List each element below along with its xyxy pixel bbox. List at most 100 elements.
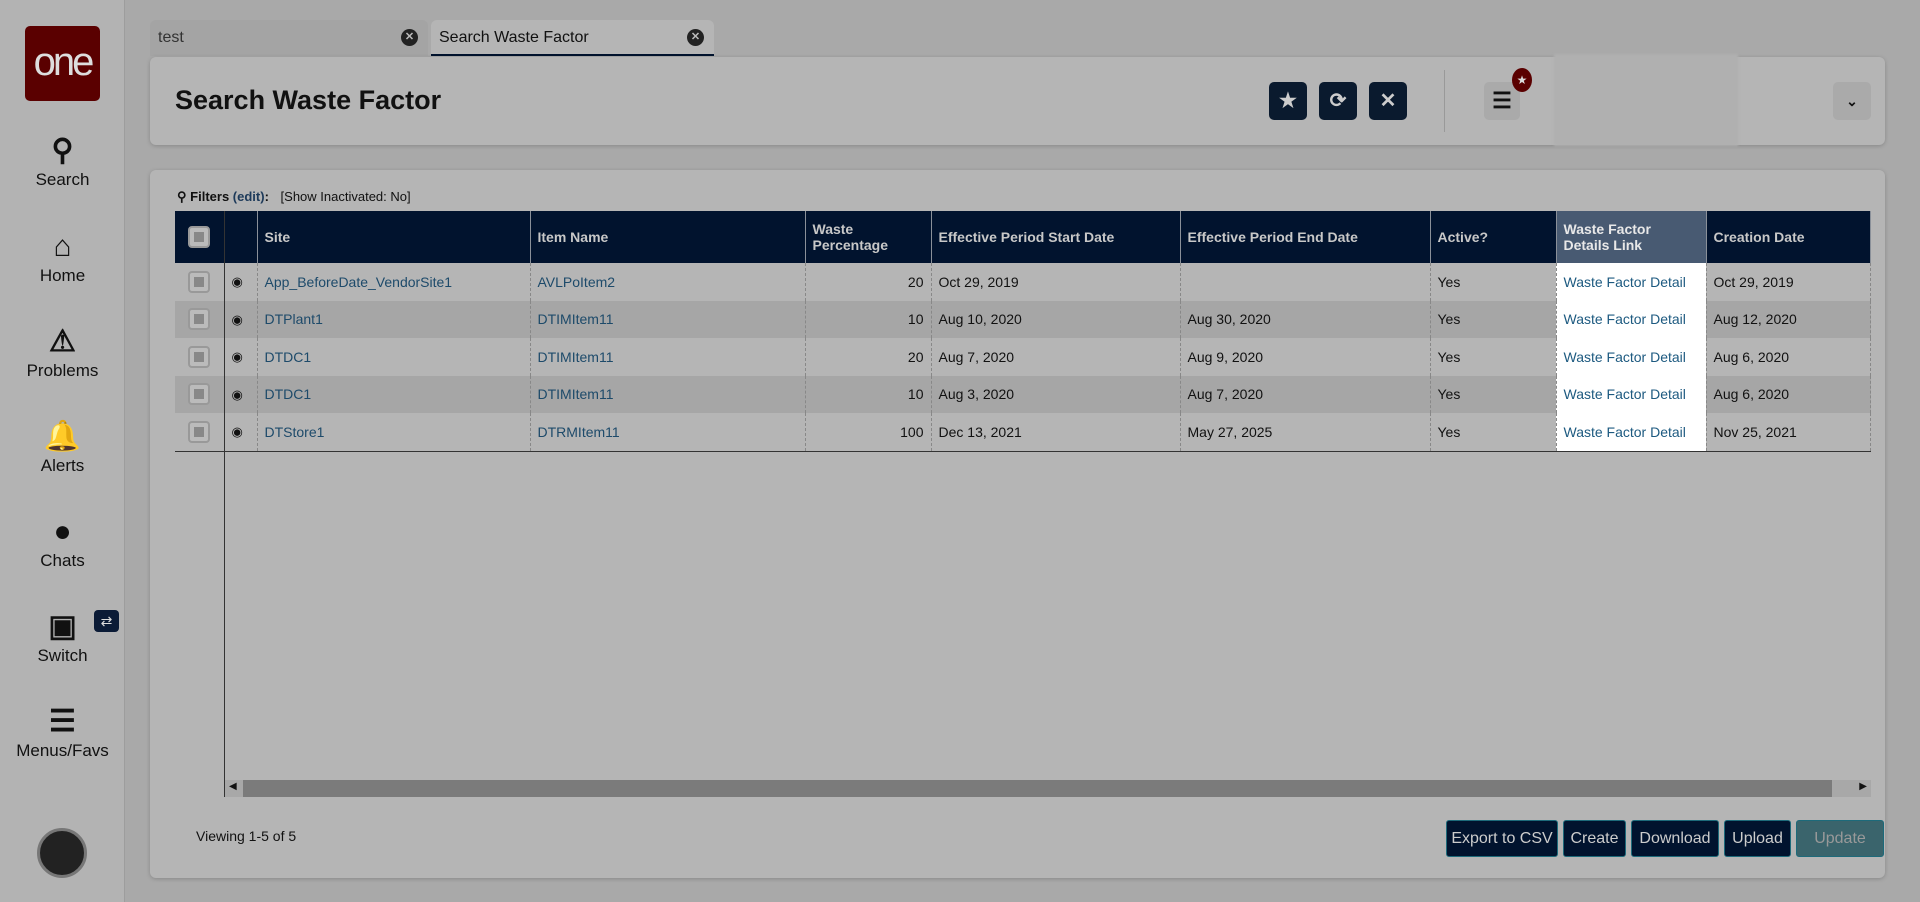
sidebar-item-home[interactable]: ⌂ Home: [0, 228, 125, 286]
location-icon[interactable]: ◉: [232, 424, 243, 439]
user-profile-blurred[interactable]: [1554, 54, 1738, 146]
cell-details-link[interactable]: Waste Factor Detail: [1556, 413, 1707, 451]
cell-item-name[interactable]: DTIMItem11: [530, 338, 806, 376]
row-checkbox[interactable]: [188, 420, 211, 443]
sidebar-item-menus-favs[interactable]: ☰ Menus/Favs: [0, 703, 125, 761]
cell-site[interactable]: DTDC1: [257, 338, 531, 376]
tab-label: test: [158, 29, 184, 46]
sidebar-item-chats[interactable]: ● Chats: [0, 513, 125, 571]
scroll-right-icon[interactable]: ▶: [1859, 781, 1867, 792]
download-button[interactable]: Download: [1631, 820, 1719, 857]
cell-start-date: Aug 10, 2020: [931, 300, 1181, 338]
upload-button[interactable]: Upload: [1724, 820, 1791, 857]
row-site-icon-cell[interactable]: ◉: [224, 263, 258, 301]
tab-label: Search Waste Factor: [439, 29, 589, 46]
user-avatar[interactable]: [37, 828, 87, 878]
row-site-icon-cell[interactable]: ◉: [224, 413, 258, 451]
logo[interactable]: one: [25, 26, 100, 101]
row-select[interactable]: [175, 413, 225, 451]
cell-item-name[interactable]: DTIMItem11: [530, 300, 806, 338]
row-site-icon-cell[interactable]: ◉: [224, 338, 258, 376]
export-csv-button[interactable]: Export to CSV: [1446, 820, 1558, 857]
row-checkbox[interactable]: [188, 345, 211, 368]
location-icon[interactable]: ◉: [232, 387, 243, 402]
tab-search-waste-factor[interactable]: Search Waste Factor ✕: [431, 20, 714, 56]
cell-details-link[interactable]: Waste Factor Detail: [1556, 375, 1707, 413]
column-header-details-link[interactable]: Waste Factor Details Link: [1556, 211, 1707, 263]
table-row[interactable]: ◉ DTStore1 DTRMItem11 100 Dec 13, 2021 May 27…: [175, 413, 1871, 451]
create-button[interactable]: Create: [1563, 820, 1626, 857]
scroll-left-icon[interactable]: ◀: [229, 781, 237, 792]
column-header-end-date[interactable]: Effective Period End Date: [1180, 211, 1431, 263]
sidebar-item-search[interactable]: ⚲ Search: [0, 132, 125, 190]
filters-colon: :: [264, 189, 269, 204]
column-header-waste-percentage[interactable]: Waste Percentage: [805, 211, 932, 263]
row-site-icon-cell[interactable]: ◉: [224, 375, 258, 413]
star-icon: ★: [1279, 90, 1297, 112]
row-checkbox[interactable]: [188, 383, 211, 406]
row-checkbox[interactable]: [188, 308, 211, 331]
row-checkbox[interactable]: [188, 270, 211, 293]
cell-details-link[interactable]: Waste Factor Detail: [1556, 338, 1707, 376]
column-header-start-date[interactable]: Effective Period Start Date: [931, 211, 1181, 263]
table-row[interactable]: ◉ DTPlant1 DTIMItem11 10 Aug 10, 2020 Aug 30,…: [175, 300, 1871, 338]
cell-site[interactable]: DTDC1: [257, 375, 531, 413]
cell-site[interactable]: DTStore1: [257, 413, 531, 451]
close-tab-icon[interactable]: ✕: [687, 29, 704, 46]
cell-details-link[interactable]: Waste Factor Detail: [1556, 263, 1707, 301]
location-icon[interactable]: ◉: [232, 312, 243, 327]
select-all-header[interactable]: [175, 211, 225, 263]
refresh-button[interactable]: ⟳: [1319, 82, 1357, 120]
sidebar-item-problems[interactable]: ⚠ Problems: [0, 323, 125, 381]
tab-test[interactable]: test ✕: [150, 20, 428, 56]
cell-details-link[interactable]: Waste Factor Detail: [1556, 300, 1707, 338]
cell-creation-date: Aug 6, 2020: [1706, 375, 1871, 413]
location-icon[interactable]: ◉: [232, 349, 243, 364]
cell-item-name[interactable]: AVLPoItem2: [530, 263, 806, 301]
horizontal-scrollbar[interactable]: ◀ ▶: [225, 780, 1871, 797]
viewing-count: Viewing 1-5 of 5: [196, 828, 297, 844]
close-tab-icon[interactable]: ✕: [401, 29, 418, 46]
cell-site[interactable]: DTPlant1: [257, 300, 531, 338]
column-header-active[interactable]: Active?: [1430, 211, 1557, 263]
table-row[interactable]: ◉ App_BeforeDate_VendorSite1 AVLPoItem2 20 O…: [175, 263, 1871, 301]
cell-active: Yes: [1430, 300, 1557, 338]
row-site-icon-cell[interactable]: ◉: [224, 300, 258, 338]
filters-bar: ⚲ Filters (edit): [Show Inactivated: No]: [177, 189, 411, 205]
update-button[interactable]: Update: [1796, 820, 1884, 857]
cell-site[interactable]: App_BeforeDate_VendorSite1: [257, 263, 531, 301]
cell-item-name[interactable]: DTRMItem11: [530, 413, 806, 451]
select-all-checkbox[interactable]: [188, 226, 211, 248]
filters-label: Filters: [190, 189, 230, 204]
row-select[interactable]: [175, 263, 225, 301]
cell-item-name[interactable]: DTIMItem11: [530, 375, 806, 413]
cell-active: Yes: [1430, 263, 1557, 301]
cell-active: Yes: [1430, 375, 1557, 413]
switch-badge-icon: ⇄: [94, 610, 119, 632]
cell-waste-percentage: 100: [805, 413, 932, 451]
location-icon[interactable]: ◉: [232, 274, 243, 289]
cell-end-date: Aug 7, 2020: [1180, 375, 1431, 413]
profile-dropdown-button[interactable]: ⌄: [1833, 82, 1871, 120]
search-icon: ⚲: [51, 134, 74, 167]
column-header-creation-date[interactable]: Creation Date: [1706, 211, 1871, 263]
favorite-button[interactable]: ★: [1269, 82, 1307, 120]
search-icon: ⚲: [177, 189, 187, 204]
cell-start-date: Aug 7, 2020: [931, 338, 1181, 376]
sidebar-item-alerts[interactable]: 🔔 Alerts: [0, 418, 125, 476]
filters-edit-link[interactable]: (edit): [233, 189, 265, 204]
column-header-item-name[interactable]: Item Name: [530, 211, 806, 263]
close-button[interactable]: ✕: [1369, 82, 1407, 120]
home-icon: ⌂: [53, 230, 72, 263]
row-select[interactable]: [175, 375, 225, 413]
scrollbar-thumb[interactable]: [243, 780, 1832, 797]
bell-icon: 🔔: [43, 420, 82, 453]
table-row[interactable]: ◉ DTDC1 DTIMItem11 20 Aug 7, 2020 Aug 9, 2020…: [175, 338, 1871, 376]
row-select[interactable]: [175, 338, 225, 376]
nav-label: Alerts: [40, 456, 85, 475]
refresh-icon: ⟳: [1329, 90, 1347, 112]
table-row[interactable]: ◉ DTDC1 DTIMItem11 10 Aug 3, 2020 Aug 7, 2020…: [175, 375, 1871, 413]
row-select[interactable]: [175, 300, 225, 338]
column-header-site[interactable]: Site: [257, 211, 531, 263]
menu-icon: ☰: [1492, 88, 1512, 113]
